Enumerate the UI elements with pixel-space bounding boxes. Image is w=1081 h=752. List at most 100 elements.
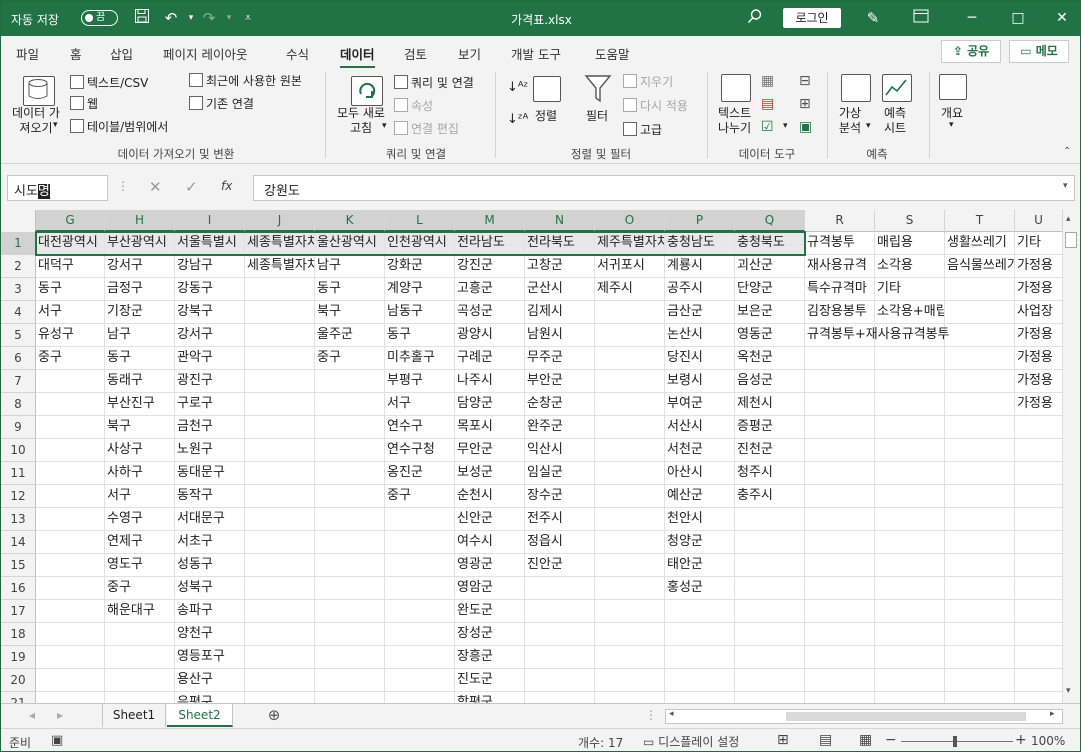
- cell-q10[interactable]: 진천군: [735, 439, 805, 462]
- row-header-16[interactable]: 16: [1, 577, 36, 600]
- cell-o14[interactable]: [595, 531, 665, 554]
- cell-o10[interactable]: [595, 439, 665, 462]
- column-header-n[interactable]: N: [525, 210, 595, 232]
- column-header-r[interactable]: R: [805, 210, 875, 232]
- cell-q8[interactable]: 제천시: [735, 393, 805, 416]
- cell-k12[interactable]: [315, 485, 385, 508]
- cell-o5[interactable]: [595, 324, 665, 347]
- column-header-t[interactable]: T: [945, 210, 1015, 232]
- row-header-3[interactable]: 3: [1, 278, 36, 301]
- cell-l17[interactable]: [385, 600, 455, 623]
- cell-n18[interactable]: [525, 623, 595, 646]
- cell-s7[interactable]: [875, 370, 945, 393]
- cell-r16[interactable]: [805, 577, 875, 600]
- scroll-down-icon[interactable]: ▾: [1066, 686, 1071, 696]
- column-header-m[interactable]: M: [455, 210, 525, 232]
- cell-g12[interactable]: [36, 485, 105, 508]
- cell-s13[interactable]: [875, 508, 945, 531]
- cell-j8[interactable]: [245, 393, 315, 416]
- collapse-ribbon-icon[interactable]: ⌃: [1063, 146, 1071, 157]
- row-header-2[interactable]: 2: [1, 255, 36, 278]
- page-layout-view-icon[interactable]: ▤: [819, 732, 832, 748]
- cell-n6[interactable]: 무주군: [525, 347, 595, 370]
- column-header-p[interactable]: P: [665, 210, 735, 232]
- cell-h11[interactable]: 사하구: [105, 462, 175, 485]
- row-header-11[interactable]: 11: [1, 462, 36, 485]
- vertical-scroll-thumb[interactable]: [1065, 232, 1077, 248]
- cell-g16[interactable]: [36, 577, 105, 600]
- tab-help[interactable]: 도움말: [595, 44, 630, 63]
- share-button[interactable]: ⇪ 공유: [941, 40, 1001, 63]
- cell-n11[interactable]: 임실군: [525, 462, 595, 485]
- cell-s1[interactable]: 매립용: [875, 232, 945, 255]
- cell-t6[interactable]: [945, 347, 1015, 370]
- cell-r8[interactable]: [805, 393, 875, 416]
- cell-s11[interactable]: [875, 462, 945, 485]
- cell-p17[interactable]: [665, 600, 735, 623]
- cell-n13[interactable]: 전주시: [525, 508, 595, 531]
- cell-k3[interactable]: 동구: [315, 278, 385, 301]
- chevron-down-icon[interactable]: ▾: [783, 121, 788, 131]
- cell-n3[interactable]: 군산시: [525, 278, 595, 301]
- cell-p6[interactable]: 당진시: [665, 347, 735, 370]
- cell-o1[interactable]: 제주특별자치도: [595, 232, 665, 255]
- cell-t1[interactable]: 생활쓰레기: [945, 232, 1015, 255]
- cell-j17[interactable]: [245, 600, 315, 623]
- cell-l2[interactable]: 강화군: [385, 255, 455, 278]
- column-header-h[interactable]: H: [105, 210, 175, 232]
- cell-m18[interactable]: 장성군: [455, 623, 525, 646]
- cell-n8[interactable]: 순창군: [525, 393, 595, 416]
- cell-l3[interactable]: 계양구: [385, 278, 455, 301]
- cell-n14[interactable]: 정읍시: [525, 531, 595, 554]
- cell-t19[interactable]: [945, 646, 1015, 669]
- cell-o2[interactable]: 서귀포시: [595, 255, 665, 278]
- cell-k18[interactable]: [315, 623, 385, 646]
- cell-k1[interactable]: 울산광역시: [315, 232, 385, 255]
- cell-g10[interactable]: [36, 439, 105, 462]
- cell-h12[interactable]: 서구: [105, 485, 175, 508]
- cell-h3[interactable]: 금정구: [105, 278, 175, 301]
- cell-k2[interactable]: 남구: [315, 255, 385, 278]
- cell-j16[interactable]: [245, 577, 315, 600]
- row-header-10[interactable]: 10: [1, 439, 36, 462]
- cell-h2[interactable]: 강서구: [105, 255, 175, 278]
- cell-m5[interactable]: 광양시: [455, 324, 525, 347]
- login-button[interactable]: 로그인: [783, 8, 841, 28]
- cell-k10[interactable]: [315, 439, 385, 462]
- cell-p14[interactable]: 청양군: [665, 531, 735, 554]
- cell-m10[interactable]: 무안군: [455, 439, 525, 462]
- cell-g6[interactable]: 중구: [36, 347, 105, 370]
- cell-p20[interactable]: [665, 669, 735, 692]
- cell-j19[interactable]: [245, 646, 315, 669]
- cell-p15[interactable]: 태안군: [665, 554, 735, 577]
- cell-o8[interactable]: [595, 393, 665, 416]
- cell-s4[interactable]: 소각용+매립용: [875, 301, 945, 324]
- tab-review[interactable]: 검토: [404, 44, 427, 63]
- cell-m4[interactable]: 곡성군: [455, 301, 525, 324]
- tab-view[interactable]: 보기: [458, 44, 481, 63]
- cell-g13[interactable]: [36, 508, 105, 531]
- cell-o17[interactable]: [595, 600, 665, 623]
- next-sheet-icon[interactable]: ▸: [53, 704, 67, 727]
- cell-k5[interactable]: 울주군: [315, 324, 385, 347]
- cell-i1[interactable]: 서울특별시: [175, 232, 245, 255]
- flash-fill-icon[interactable]: ▦: [761, 73, 774, 89]
- cell-q17[interactable]: [735, 600, 805, 623]
- cell-t5[interactable]: [945, 324, 1015, 347]
- add-sheet-icon[interactable]: ⊕: [263, 704, 285, 727]
- cell-s16[interactable]: [875, 577, 945, 600]
- tab-developer[interactable]: 개발 도구: [511, 44, 561, 63]
- row-header-14[interactable]: 14: [1, 531, 36, 554]
- properties-button[interactable]: 속성: [394, 97, 433, 114]
- row-header-1[interactable]: 1: [1, 232, 36, 255]
- cell-j4[interactable]: [245, 301, 315, 324]
- cell-j1[interactable]: 세종특별자치시: [245, 232, 315, 255]
- reapply-button[interactable]: 다시 적용: [623, 97, 688, 114]
- row-header-7[interactable]: 7: [1, 370, 36, 393]
- cell-i20[interactable]: 용산구: [175, 669, 245, 692]
- cell-p13[interactable]: 천안시: [665, 508, 735, 531]
- cell-r7[interactable]: [805, 370, 875, 393]
- cell-m15[interactable]: 영광군: [455, 554, 525, 577]
- cell-r5[interactable]: 규격봉투+재사용규격봉투: [805, 324, 949, 347]
- horizontal-scroll-thumb[interactable]: [786, 712, 1026, 721]
